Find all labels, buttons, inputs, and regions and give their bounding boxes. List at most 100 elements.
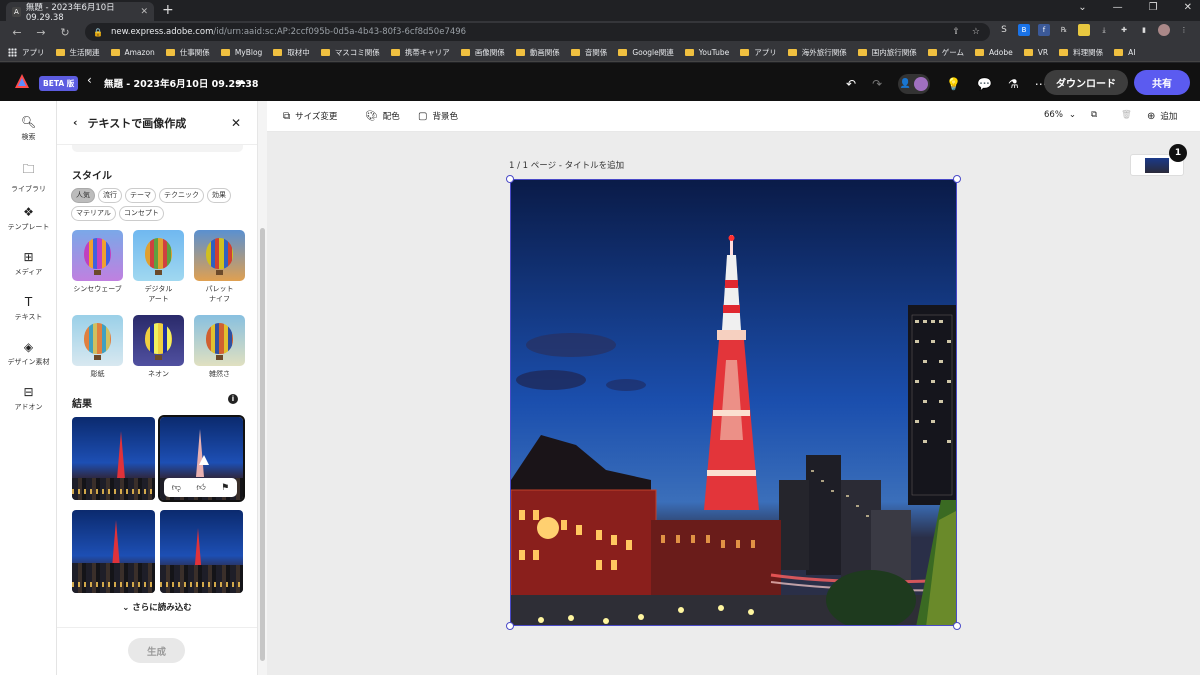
rail-item-design-assets[interactable]: ◈ デザイン素材 (0, 340, 57, 367)
sidepanel-icon[interactable]: ▮ (1138, 24, 1150, 36)
bookmark-folder[interactable]: Amazon (110, 48, 155, 57)
rail-item-search[interactable]: 🔍︎ 検索 (0, 115, 57, 142)
resize-handle-bottom-left[interactable] (506, 622, 514, 630)
resize-handle-top-right[interactable] (953, 175, 961, 183)
color-scheme-button[interactable]: 🎨︎ 配色 (365, 110, 400, 123)
background-color-button[interactable]: ▢ 背景色 (418, 110, 458, 123)
generate-button[interactable]: 生成 (128, 638, 185, 663)
report-flag-icon[interactable]: ⚑ (221, 483, 229, 493)
style-tile[interactable]: 雑然さ (194, 315, 245, 400)
extension-f-icon[interactable]: f (1038, 24, 1050, 36)
rail-item-templates[interactable]: ❖ テンプレート (0, 205, 57, 232)
bookmark-folder[interactable]: 海外旅行関係 (787, 47, 847, 58)
bookmark-folder[interactable]: 仕事関係 (165, 47, 210, 58)
chip-material[interactable]: マテリアル (71, 206, 116, 221)
scrollbar-thumb[interactable] (260, 228, 265, 661)
bookmark-folder[interactable]: 取材中 (273, 47, 310, 58)
share-button[interactable]: 共有 (1134, 70, 1190, 95)
tokyo-tower-image[interactable] (511, 180, 956, 625)
thumbs-up-icon[interactable]: 👍︎ (196, 483, 205, 493)
chip-concept[interactable]: コンセプト (118, 206, 164, 221)
reload-icon[interactable]: ↻ (58, 26, 72, 39)
bookmark-folder[interactable]: VR (1023, 48, 1048, 57)
chip-popular[interactable]: 人気 (71, 188, 95, 203)
redo-icon[interactable]: ↷ (872, 77, 882, 91)
bookmark-folder[interactable]: YouTube (684, 48, 729, 57)
style-tile[interactable]: 彫紙 (72, 315, 123, 400)
style-tile[interactable]: ネオン (133, 315, 184, 400)
load-more-button[interactable]: ⌄ さらに読み込む (57, 601, 257, 613)
tab-search-icon[interactable]: ⌄ (1078, 2, 1086, 13)
style-tile[interactable]: デジタル アート (133, 230, 184, 315)
style-tile[interactable]: パレット ナイフ (194, 230, 245, 315)
adobe-express-logo-icon[interactable] (14, 73, 30, 89)
bookmark-folder[interactable]: AI (1114, 48, 1135, 57)
chip-effect[interactable]: 効果 (207, 188, 231, 203)
chrome-menu-icon[interactable]: ⋮ (1178, 24, 1190, 36)
bookmark-folder[interactable]: 動画関係 (515, 47, 560, 58)
bookmark-folder[interactable]: ゲーム (927, 47, 964, 58)
page-label[interactable]: 1 / 1 ページ - タイトルを追加 (509, 159, 624, 171)
chip-trending[interactable]: 流行 (98, 188, 122, 203)
share-page-icon[interactable]: ⇪ (952, 27, 960, 37)
lightbulb-icon[interactable]: 💡 (946, 77, 961, 91)
result-image[interactable] (72, 510, 155, 593)
comment-icon[interactable]: 💬 (977, 77, 992, 91)
rail-item-media[interactable]: ⊞ メディア (0, 250, 57, 277)
profile-avatar-icon[interactable] (1158, 24, 1170, 36)
bookmark-folder[interactable]: マスコミ関係 (320, 47, 380, 58)
rail-item-text[interactable]: T テキスト (0, 295, 57, 322)
window-close-icon[interactable]: ✕ (1184, 2, 1192, 13)
bookmark-star-icon[interactable]: ☆ (972, 27, 980, 37)
style-tile[interactable]: シンセウェーブ (72, 230, 123, 315)
extension-yellow-icon[interactable] (1078, 24, 1090, 36)
bookmark-folder[interactable]: 料理関係 (1059, 47, 1103, 58)
back-arrow-icon[interactable]: ← (10, 26, 24, 39)
collaborator-avatars[interactable]: 👤 (898, 74, 931, 94)
panel-back-icon[interactable]: ‹ (73, 116, 78, 129)
extension-blue-icon[interactable]: B (1018, 24, 1030, 36)
extensions-puzzle-icon[interactable]: ✚ (1118, 24, 1130, 36)
trash-icon[interactable]: 🗑︎ (1121, 110, 1132, 120)
forward-arrow-icon[interactable]: → (34, 26, 48, 39)
chip-technique[interactable]: テクニック (159, 188, 204, 203)
zoom-dropdown[interactable]: 66% ⌄ (1044, 110, 1076, 120)
bookmark-folder[interactable]: 携帯キャリア (390, 47, 450, 58)
back-chevron-icon[interactable]: ‹ (87, 73, 92, 87)
flask-icon[interactable]: ⚗ (1008, 77, 1019, 91)
info-icon[interactable]: i (228, 394, 238, 404)
bookmark-folder[interactable]: 音関係 (570, 47, 607, 58)
rail-item-library[interactable]: 🗀 ライブラリ (0, 160, 57, 194)
new-tab-icon[interactable]: + (162, 2, 174, 18)
undo-icon[interactable]: ↶ (846, 77, 856, 91)
rail-item-addons[interactable]: ⊟ アドオン (0, 385, 57, 412)
extension-rx-icon[interactable]: ℞ (1058, 24, 1070, 36)
result-image[interactable] (160, 510, 243, 593)
download-button[interactable]: ダウンロード (1044, 70, 1128, 95)
bookmark-folder[interactable]: Google関連 (618, 47, 674, 58)
cloud-sync-icon[interactable]: ☁ (235, 74, 246, 87)
url-bar[interactable]: 🔒 new.express.adobe.com/id/urn:aaid:sc:A… (85, 23, 990, 41)
extension-download-icon[interactable]: ⤓ (1098, 24, 1110, 36)
prompt-field-edge[interactable] (72, 145, 243, 152)
result-image[interactable] (72, 417, 155, 500)
minimize-icon[interactable]: — (1113, 2, 1123, 13)
bookmark-folder[interactable]: 画像関係 (460, 47, 505, 58)
panel-scrollbar[interactable] (257, 101, 267, 675)
artboard[interactable] (506, 175, 961, 630)
add-page-button[interactable]: ⊕ 追加 (1147, 110, 1177, 123)
result-image-selected[interactable]: 👎︎ 👍︎ ⚑ (158, 415, 245, 502)
chip-theme[interactable]: テーマ (125, 188, 156, 203)
resize-handle-bottom-right[interactable] (953, 622, 961, 630)
extension-s-icon[interactable]: S (998, 24, 1010, 36)
pages-icon[interactable]: ⧉ (1091, 110, 1097, 120)
panel-close-icon[interactable]: ✕ (231, 116, 241, 130)
bookmark-apps[interactable]: アプリ (8, 47, 45, 58)
bookmark-folder[interactable]: Adobe (975, 48, 1013, 57)
resize-button[interactable]: ⧉ サイズ変更 (283, 110, 337, 123)
bookmark-folder[interactable]: 国内旅行関係 (857, 47, 917, 58)
bookmark-folder[interactable]: MyBlog (220, 48, 262, 57)
resize-handle-top-left[interactable] (506, 175, 514, 183)
browser-tab[interactable]: A 無題 - 2023年6月10日 09.29.38 ✕ (6, 2, 154, 23)
tab-close-icon[interactable]: ✕ (140, 7, 148, 17)
